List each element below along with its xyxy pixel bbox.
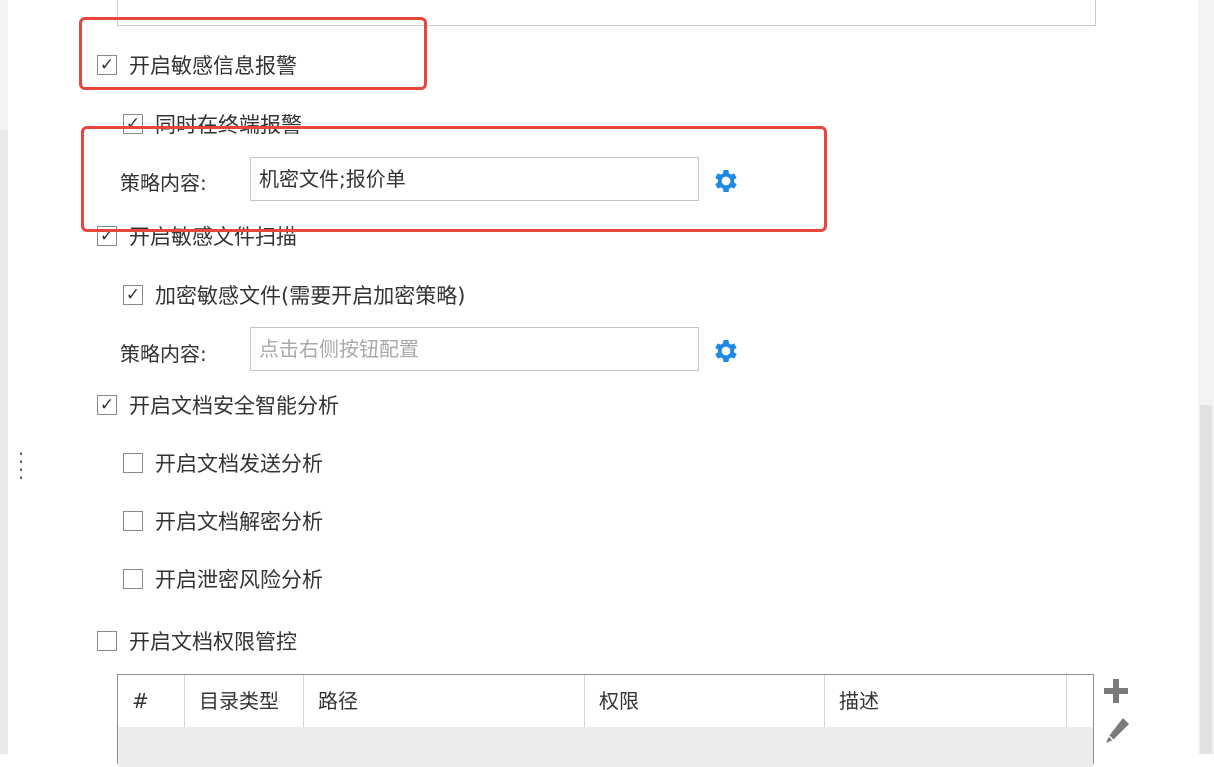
send-analysis-option[interactable]: 开启文档发送分析 [123,447,323,479]
decrypt-analysis-label: 开启文档解密分析 [155,510,323,534]
highlight-box-alert [79,17,427,90]
encrypt-sensitive-label: 加密敏感文件(需要开启加密策略) [155,284,466,308]
scrollbar-thumb[interactable] [1200,405,1212,754]
plus-icon[interactable] [1102,677,1130,705]
column-header-index[interactable]: # [118,675,185,727]
doc-analysis-option[interactable]: ✓ 开启文档安全智能分析 [97,389,339,421]
doc-analysis-checkbox[interactable]: ✓ [97,395,117,415]
left-panel-edge-lower [0,130,8,754]
table-header: # 目录类型 路径 权限 描述 [118,675,1093,727]
drag-handle-icon[interactable]: · · · · [14,444,28,488]
leak-analysis-checkbox[interactable] [123,569,143,589]
leak-analysis-option[interactable]: 开启泄密风险分析 [123,563,323,595]
column-header-permission[interactable]: 权限 [585,675,825,727]
encrypt-sensitive-checkbox[interactable]: ✓ [123,285,143,305]
column-header-description[interactable]: 描述 [825,675,1067,727]
encrypt-sensitive-option[interactable]: ✓ 加密敏感文件(需要开启加密策略) [123,279,465,311]
decrypt-analysis-checkbox[interactable] [123,511,143,531]
doc-analysis-label: 开启文档安全智能分析 [129,394,339,418]
gear-icon[interactable] [711,336,741,366]
permission-table: # 目录类型 路径 权限 描述 [117,674,1094,767]
scan-policy-label: 策略内容: [120,342,207,366]
send-analysis-checkbox[interactable] [123,453,143,473]
highlight-box-policy [81,126,827,232]
permission-control-label: 开启文档权限管控 [129,630,297,654]
table-row[interactable] [118,727,1093,767]
send-analysis-label: 开启文档发送分析 [155,452,323,476]
decrypt-analysis-option[interactable]: 开启文档解密分析 [123,505,323,537]
pencil-icon[interactable] [1103,716,1131,746]
scan-policy-input[interactable]: 点击右侧按钮配置 [250,327,699,371]
left-panel-edge [0,0,8,130]
column-header-dir-type[interactable]: 目录类型 [185,675,304,727]
permission-control-checkbox[interactable] [97,631,117,651]
column-header-path[interactable]: 路径 [304,675,585,727]
permission-control-option[interactable]: 开启文档权限管控 [97,625,297,657]
leak-analysis-label: 开启泄密风险分析 [155,568,323,592]
